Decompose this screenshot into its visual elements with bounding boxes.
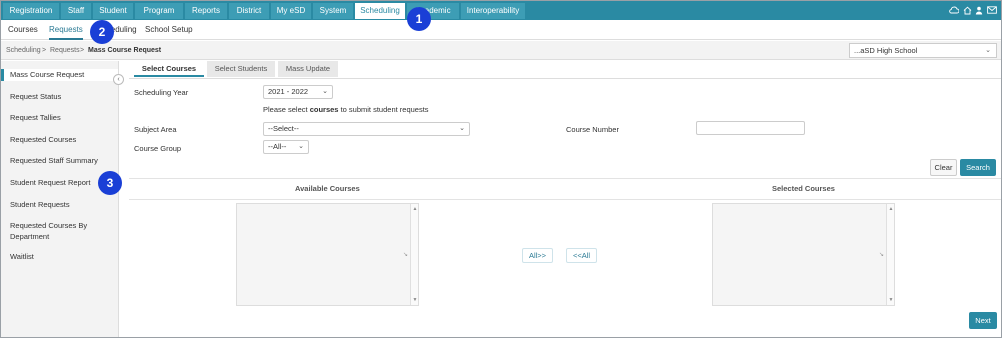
- tab-district[interactable]: District: [229, 3, 269, 19]
- course-number-label: Course Number: [566, 125, 619, 134]
- tab-program[interactable]: Program: [135, 3, 183, 19]
- tab-reports[interactable]: Reports: [185, 3, 227, 19]
- search-button[interactable]: Search: [960, 159, 996, 176]
- mail-icon[interactable]: [986, 3, 998, 17]
- add-all-button[interactable]: All>>: [522, 248, 553, 263]
- breadcrumb-current: Mass Course Request: [88, 47, 162, 54]
- instruction-prefix: Please select: [263, 105, 308, 114]
- selected-list-scrollbar[interactable]: ▲ ▼: [886, 204, 894, 305]
- sidebar-item-requested-staff-summary[interactable]: Requested Staff Summary: [1, 155, 118, 166]
- tab-my-esd[interactable]: My eSD: [271, 3, 311, 19]
- chevron-down-icon: ⌄: [985, 47, 991, 54]
- tab-system[interactable]: System: [313, 3, 353, 19]
- sidebar: Mass Course Request Request Status Reque…: [1, 61, 119, 337]
- instruction-bold: courses: [309, 105, 339, 114]
- sidebar-item-requested-courses[interactable]: Requested Courses: [1, 134, 118, 145]
- tab-select-students[interactable]: Select Students: [207, 61, 275, 77]
- selected-courses-list[interactable]: ↘ ▲ ▼: [712, 203, 895, 306]
- instruction-suffix: to submit student requests: [340, 105, 429, 114]
- sidebar-collapse-button[interactable]: ‹: [113, 74, 124, 85]
- school-select-value: ...aSD High School: [854, 46, 918, 55]
- scroll-up-icon[interactable]: ▲: [887, 206, 895, 212]
- breadcrumb-separator: >: [42, 47, 47, 54]
- course-group-value: --All--: [268, 142, 287, 151]
- resize-grip-icon: ↘: [402, 252, 408, 258]
- subject-area-value: --Select--: [268, 124, 299, 133]
- sidebar-item-request-tallies[interactable]: Request Tallies: [1, 112, 118, 123]
- tab-staff[interactable]: Staff: [61, 3, 91, 19]
- breadcrumb-scheduling[interactable]: Scheduling: [6, 41, 41, 60]
- tab-select-courses[interactable]: Select Courses: [134, 61, 204, 77]
- chevron-down-icon: ⌄: [459, 125, 465, 132]
- main-content: Select Courses Select Students Mass Upda…: [129, 61, 1001, 337]
- top-nav: Registration Staff Student Program Repor…: [1, 1, 1001, 20]
- next-button[interactable]: Next: [969, 312, 997, 329]
- scheduling-year-value: 2021 - 2022: [268, 87, 309, 96]
- breadcrumb-requests[interactable]: Requests: [50, 41, 80, 60]
- tab-registration[interactable]: Registration: [3, 3, 59, 19]
- clear-button[interactable]: Clear: [930, 159, 957, 176]
- scroll-up-icon[interactable]: ▲: [411, 206, 419, 212]
- sidebar-item-student-requests[interactable]: Student Requests: [1, 199, 118, 210]
- sidebar-item-request-status[interactable]: Request Status: [1, 91, 118, 102]
- tab-interoperability[interactable]: Interoperability: [461, 3, 525, 19]
- subject-area-label: Subject Area: [134, 125, 177, 134]
- course-number-input[interactable]: [696, 121, 805, 135]
- scheduling-year-label: Scheduling Year: [134, 88, 189, 97]
- sidebar-item-mass-course-request[interactable]: Mass Course Request: [1, 69, 118, 81]
- tab-scheduling[interactable]: Scheduling: [355, 3, 405, 19]
- callout-badge-2: 2: [90, 20, 114, 44]
- tab-mass-update[interactable]: Mass Update: [278, 61, 338, 77]
- sub-nav: Courses Requests Scheduling School Setup: [1, 20, 1001, 40]
- tab-student[interactable]: Student: [93, 3, 133, 19]
- school-select[interactable]: ...aSD High School ⌄: [849, 43, 997, 58]
- home-icon[interactable]: [961, 3, 973, 17]
- app-frame: Registration Staff Student Program Repor…: [0, 0, 1002, 338]
- breadcrumb-bar: Scheduling > Requests > Mass Course Requ…: [1, 41, 1001, 60]
- tab-divider: [129, 78, 1001, 79]
- resize-grip-icon: ↘: [878, 252, 884, 258]
- course-group-label: Course Group: [134, 144, 182, 153]
- selected-courses-title: Selected Courses: [772, 184, 835, 193]
- cloud-icon[interactable]: [948, 3, 960, 17]
- sidebar-item-requested-courses-by-dept[interactable]: Requested Courses By: [1, 220, 118, 231]
- available-courses-list[interactable]: ↘ ▲ ▼: [236, 203, 419, 306]
- user-icon[interactable]: [973, 3, 985, 17]
- available-list-scrollbar[interactable]: ▲ ▼: [410, 204, 418, 305]
- scroll-down-icon[interactable]: ▼: [887, 297, 895, 303]
- section-divider: [129, 178, 1001, 179]
- available-courses-title: Available Courses: [295, 184, 360, 193]
- list-divider: [129, 199, 1001, 200]
- callout-badge-3: 3: [98, 171, 122, 195]
- course-group-select[interactable]: --All-- ⌄: [263, 140, 309, 154]
- breadcrumb-separator: >: [80, 47, 85, 54]
- chevron-down-icon: ⌄: [298, 143, 304, 150]
- chevron-down-icon: ⌄: [322, 88, 328, 95]
- subnav-school-setup[interactable]: School Setup: [145, 20, 193, 40]
- instruction-text: Please select courses to submit student …: [263, 105, 429, 114]
- remove-all-button[interactable]: <<All: [566, 248, 597, 263]
- sidebar-item-waitlist[interactable]: Waitlist: [1, 251, 118, 262]
- scroll-down-icon[interactable]: ▼: [411, 297, 419, 303]
- subnav-courses[interactable]: Courses: [8, 20, 38, 40]
- sidebar-item-requested-courses-by-dept-line2[interactable]: Department: [1, 231, 118, 242]
- callout-badge-1: 1: [407, 7, 431, 31]
- subject-area-select[interactable]: --Select-- ⌄: [263, 122, 470, 136]
- scheduling-year-select[interactable]: 2021 - 2022 ⌄: [263, 85, 333, 99]
- subnav-requests[interactable]: Requests: [49, 20, 83, 40]
